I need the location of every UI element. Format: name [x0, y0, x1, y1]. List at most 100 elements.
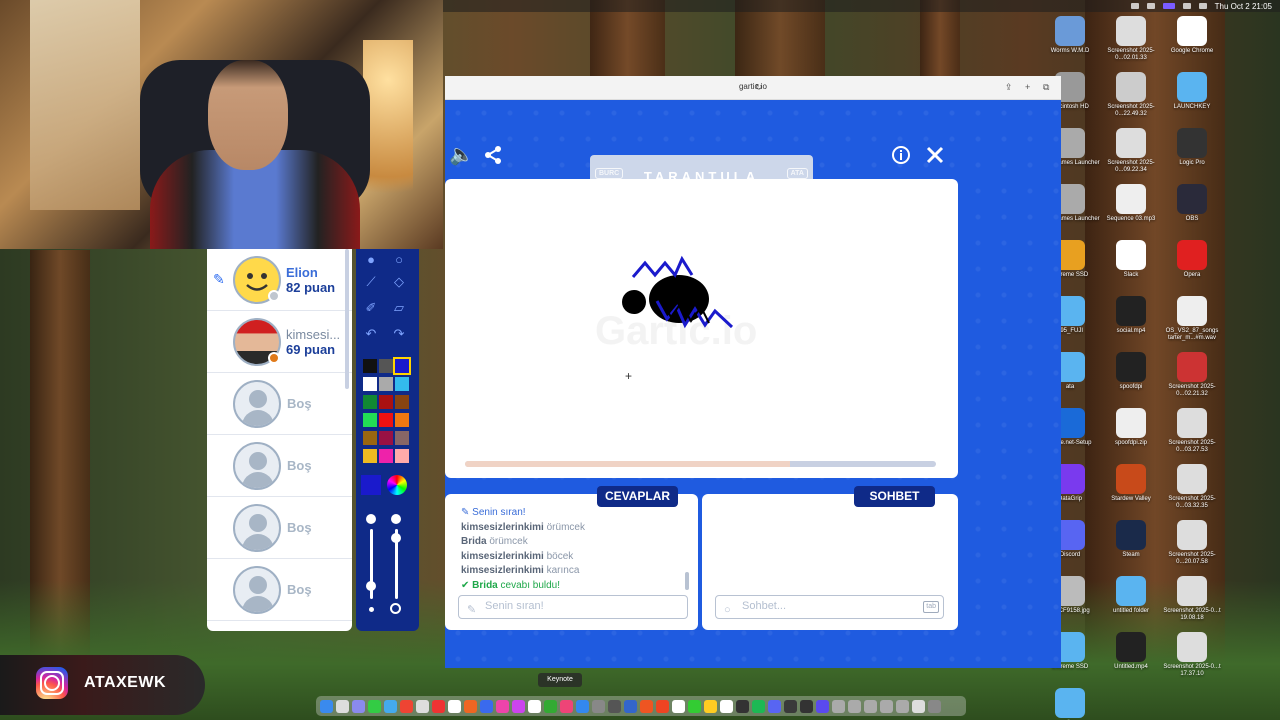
player-row[interactable]: ✎ Elion 82 puan [207, 249, 352, 311]
close-icon[interactable] [925, 145, 945, 169]
color-swatch[interactable] [395, 413, 409, 427]
opacity-slider-knob[interactable] [391, 514, 401, 524]
undo-icon[interactable]: ↶ [360, 323, 382, 345]
color-swatch[interactable] [395, 377, 409, 391]
info-icon[interactable] [891, 145, 911, 169]
color-swatch[interactable] [393, 357, 411, 375]
desktop-icon[interactable]: OBS [1162, 184, 1222, 223]
dock-app-icon[interactable] [768, 699, 781, 713]
dock-app-icon[interactable] [464, 699, 477, 713]
color-swatch[interactable] [379, 359, 393, 373]
dock-app-icon[interactable] [336, 699, 349, 713]
dock-app-icon[interactable] [368, 699, 381, 713]
color-swatch[interactable] [363, 431, 377, 445]
desktop-icon[interactable]: Google Chrome [1162, 16, 1222, 55]
tab-answers[interactable]: CEVAPLAR [597, 486, 678, 507]
dock-app-icon[interactable] [512, 699, 525, 713]
desktop-icon[interactable]: Stardew Valley [1101, 464, 1161, 503]
desktop-icon[interactable]: spoofdpi [1101, 352, 1161, 391]
desktop-icon[interactable]: social.mp4 [1101, 296, 1161, 335]
dock-app-icon[interactable] [688, 699, 701, 713]
dock-app-icon[interactable] [592, 699, 605, 713]
dock-app-icon[interactable] [432, 699, 445, 713]
desktop-icon[interactable]: Screenshot 2025-0...t 17.37.10 [1162, 632, 1222, 678]
desktop-icon[interactable]: Screenshot 2025-0...02.01.33 [1101, 16, 1161, 62]
desktop-icon[interactable]: Slack [1101, 240, 1161, 279]
desktop-icon[interactable]: Screenshot 2025-0...03.27.53 [1162, 408, 1222, 454]
eraser-icon[interactable]: ▱ [388, 297, 410, 319]
desktop-icon[interactable]: Sequence 03.mp3 [1101, 184, 1161, 223]
dock-app-icon[interactable] [800, 699, 813, 713]
status-icon[interactable] [1146, 3, 1155, 9]
color-swatch[interactable] [379, 377, 393, 391]
color-swatch[interactable] [379, 431, 393, 445]
color-wheel[interactable] [387, 475, 407, 495]
color-swatch[interactable] [363, 395, 377, 409]
dock-app-icon[interactable] [736, 699, 749, 713]
share-icon[interactable]: ⇪ [1005, 82, 1013, 93]
line-tool-icon[interactable]: ⟋ [360, 271, 382, 293]
dock-app-icon[interactable] [896, 699, 909, 713]
desktop-icon[interactable]: Logic Pro [1162, 128, 1222, 167]
battery-icon[interactable] [1198, 3, 1207, 9]
dock-app-icon[interactable] [880, 699, 893, 713]
share-icon[interactable] [483, 145, 503, 169]
dock-app-icon[interactable] [320, 699, 333, 713]
desktop-icon[interactable]: LAUNCHKEY [1162, 72, 1222, 111]
dock-app-icon[interactable] [928, 699, 941, 713]
desktop-icon[interactable]: Opera [1162, 240, 1222, 279]
color-swatch[interactable] [395, 449, 409, 463]
tabs-icon[interactable]: ⧉ [1043, 82, 1049, 93]
drawing-canvas[interactable]: Gartic.io + [445, 179, 958, 478]
dock-app-icon[interactable] [672, 699, 685, 713]
color-swatch[interactable] [379, 413, 393, 427]
dock-app-icon[interactable] [704, 699, 717, 713]
player-row[interactable]: kimsesi... 69 puan [207, 311, 352, 373]
color-swatch[interactable] [395, 431, 409, 445]
desktop-icon[interactable]: Screenshot 2025-0...t 19.08.18 [1162, 576, 1222, 622]
dock-app-icon[interactable] [400, 699, 413, 713]
wifi-icon[interactable] [1182, 3, 1191, 9]
size-slider-knob[interactable] [366, 581, 376, 591]
dock-app-icon[interactable] [480, 699, 493, 713]
current-color[interactable] [361, 475, 381, 495]
dock-app-icon[interactable] [624, 699, 637, 713]
dock-app-icon[interactable] [496, 699, 509, 713]
status-icon[interactable] [1162, 3, 1175, 9]
color-swatch[interactable] [395, 395, 409, 409]
desktop-icon[interactable]: Screenshot 2025-0...20.07.58 [1162, 520, 1222, 566]
opacity-slider-knob[interactable] [391, 533, 401, 543]
desktop-icon[interactable]: untitled folder [1101, 576, 1161, 615]
color-swatch[interactable] [363, 359, 377, 373]
reload-icon[interactable]: ↻ [755, 82, 763, 93]
size-slider-knob[interactable] [366, 514, 376, 524]
desktop-icon[interactable]: Untitled.mp4 [1101, 632, 1161, 671]
tab-chat[interactable]: SOHBET [854, 486, 935, 507]
answer-input[interactable]: ✎ Senin sıran! [458, 595, 688, 619]
color-swatch[interactable] [379, 449, 393, 463]
dock-app-icon[interactable] [448, 699, 461, 713]
address-bar[interactable]: gartic.io [445, 82, 1061, 91]
dock-app-icon[interactable] [384, 699, 397, 713]
players-scrollbar[interactable] [345, 249, 349, 389]
desktop-icon[interactable]: gitar [1040, 688, 1100, 720]
dock-app-icon[interactable] [528, 699, 541, 713]
dock-app-icon[interactable] [784, 699, 797, 713]
desktop-icon[interactable]: spoofdpi.zip [1101, 408, 1161, 447]
dock-app-icon[interactable] [912, 699, 925, 713]
new-tab-icon[interactable]: + [1025, 82, 1030, 92]
dock-app-icon[interactable] [816, 699, 829, 713]
status-icon[interactable] [1130, 3, 1139, 9]
desktop-icon[interactable]: Screenshot 2025-0...03.32.35 [1162, 464, 1222, 510]
sound-icon[interactable]: 🔈 [449, 145, 474, 165]
ellipse-tool-icon[interactable]: ○ [388, 249, 410, 271]
desktop-icon[interactable]: Steam [1101, 520, 1161, 559]
color-swatch[interactable] [363, 377, 377, 391]
clock[interactable]: Thu Oct 2 21:05 [1215, 2, 1272, 11]
pen-tool-icon[interactable]: ● [360, 249, 382, 271]
chat-input[interactable]: ○ Sohbet... tab [715, 595, 944, 619]
dock-app-icon[interactable] [832, 699, 845, 713]
dock-app-icon[interactable] [864, 699, 877, 713]
desktop-icon[interactable]: OS_VS2_87_songs tarter_m...#m.wav [1162, 296, 1222, 342]
desktop-icon[interactable]: Screenshot 2025-0...22.49.32 [1101, 72, 1161, 118]
